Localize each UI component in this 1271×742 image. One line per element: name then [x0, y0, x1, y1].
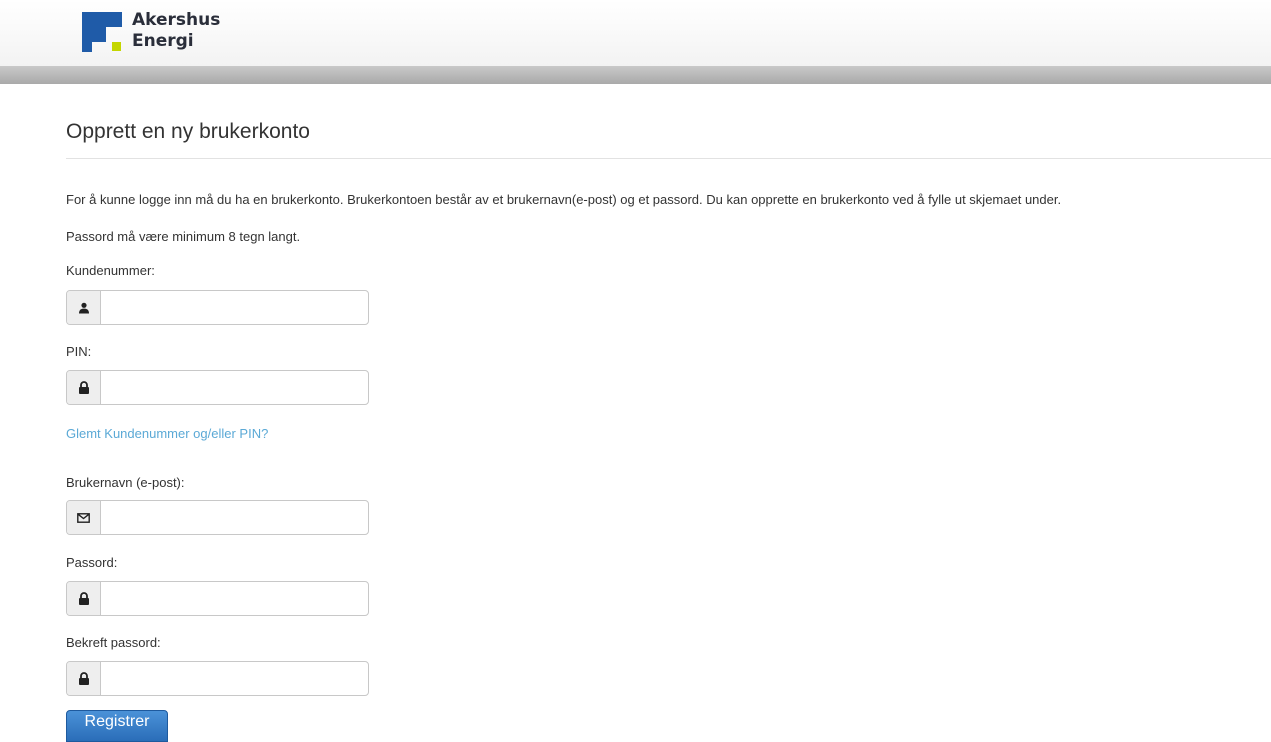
confirm-password-group: [66, 661, 369, 696]
username-input[interactable]: [101, 501, 368, 534]
password-input[interactable]: [101, 582, 368, 615]
site-header: Akershus Energi: [0, 0, 1271, 66]
confirm-password-input[interactable]: [101, 662, 368, 695]
logo-text-line1: Akershus: [132, 10, 221, 30]
title-divider: [66, 158, 1271, 159]
password-label: Passord:: [66, 555, 118, 570]
pin-label: PIN:: [66, 344, 92, 359]
page-title: Opprett en ny brukerkonto: [66, 120, 310, 143]
lock-icon: [67, 582, 101, 615]
akershus-energi-logo[interactable]: Akershus Energi: [82, 10, 252, 60]
intro-text: For å kunne logge inn må du ha en bruker…: [66, 192, 1062, 207]
confirm-password-label: Bekreft passord:: [66, 635, 161, 650]
envelope-icon: [67, 501, 101, 534]
user-icon: [67, 291, 101, 324]
lock-icon: [67, 371, 101, 404]
pin-group: [66, 370, 369, 405]
header-divider-bar: [0, 66, 1271, 84]
username-label: Brukernavn (e-post):: [66, 475, 185, 490]
logo-text-line2: Energi: [132, 31, 194, 51]
register-button[interactable]: Registrer: [66, 710, 168, 742]
customer-number-group: [66, 290, 369, 325]
customer-number-label: Kundenummer:: [66, 263, 155, 278]
username-group: [66, 500, 369, 535]
lock-icon: [67, 662, 101, 695]
password-group: [66, 581, 369, 616]
forgot-customer-number-pin-link[interactable]: Glemt Kundenummer og/eller PIN?: [66, 426, 268, 441]
customer-number-input[interactable]: [101, 291, 368, 324]
logo-text: Akershus Energi: [132, 10, 220, 52]
password-rule-text: Passord må være minimum 8 tegn langt.: [66, 229, 301, 244]
logo-mark-icon: [82, 12, 122, 52]
pin-input[interactable]: [101, 371, 368, 404]
